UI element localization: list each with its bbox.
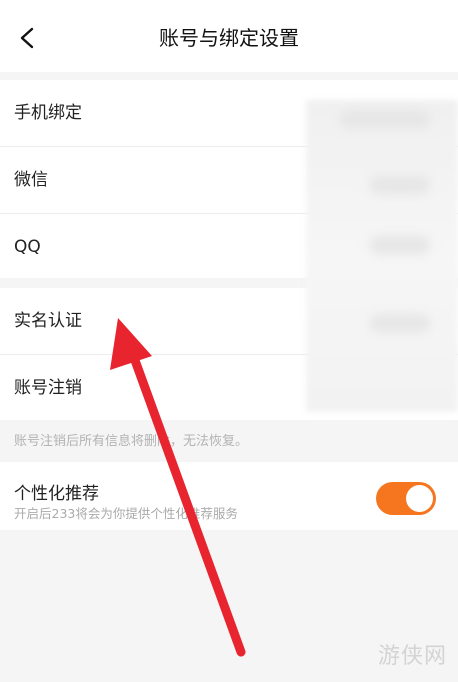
binding-wechat-label: 微信	[14, 170, 48, 190]
toggle-knob	[406, 485, 433, 512]
watermark-logo: 游侠网	[378, 644, 448, 669]
settings-screen: 账号与绑定设置 手机绑定 微信 QQ 实名认证 账号注销 账号注销后所有信息将删…	[0, 0, 458, 682]
binding-phone-label: 手机绑定	[14, 103, 82, 123]
personalization-title: 个性化推荐	[14, 484, 99, 504]
personalization-toggle[interactable]	[376, 482, 436, 515]
top-bar: 账号与绑定设置	[0, 0, 458, 72]
blurred-values	[306, 100, 458, 412]
real-name-label: 实名认证	[14, 311, 82, 331]
account-cancel-label: 账号注销	[14, 378, 82, 398]
binding-qq-label: QQ	[14, 237, 41, 257]
cancel-notice: 账号注销后所有信息将删除，无法恢复。	[14, 434, 249, 449]
personalization-description: 开启后233将会为你提供个性化推荐服务	[14, 506, 238, 521]
page-title: 账号与绑定设置	[159, 26, 299, 50]
